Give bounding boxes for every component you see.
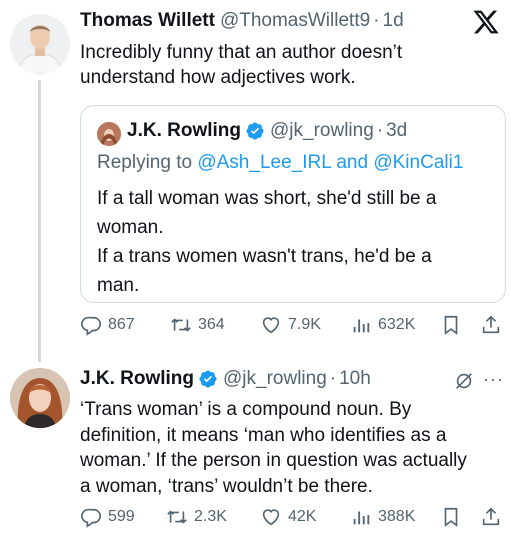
quote-author-handle: @jk_rowling xyxy=(270,120,374,141)
repost-count: 2.3K xyxy=(194,508,227,525)
views-icon xyxy=(353,511,370,525)
tweet1-text-line: Incredibly funny that an author doesn’t xyxy=(80,42,403,63)
reply-button[interactable]: 867 xyxy=(80,314,135,336)
quote-author-name: J.K. Rowling xyxy=(127,120,241,141)
quote-timestamp: 3d xyxy=(386,120,408,141)
tweet2-text-line: a woman, ‘trans’ wouldn’t be there. xyxy=(80,475,373,497)
views-button[interactable]: 632K xyxy=(350,314,415,336)
tweet1-text: Incredibly funny that an author doesn’t … xyxy=(80,40,500,90)
grok-icon[interactable] xyxy=(453,370,475,392)
bookmark-button[interactable] xyxy=(440,314,462,336)
bookmark-icon xyxy=(444,315,458,335)
like-count: 7.9K xyxy=(288,316,321,333)
like-button[interactable]: 7.9K xyxy=(260,314,321,336)
reply-icon xyxy=(81,508,101,528)
views-count: 388K xyxy=(378,508,416,525)
views-button[interactable]: 388K xyxy=(350,506,415,528)
tweet2-text-line: woman.’ If the person in question was ac… xyxy=(80,450,467,471)
share-icon xyxy=(482,507,500,526)
quote-text-line: woman. xyxy=(97,217,164,238)
replying-user-link[interactable]: @KinCali1 xyxy=(373,152,463,173)
share-icon xyxy=(482,315,500,334)
verified-badge-icon xyxy=(246,122,264,140)
quote-avatar xyxy=(97,122,121,146)
tweet2-text-line: definition, it means ‘man who identifies… xyxy=(80,424,447,446)
like-icon xyxy=(262,509,280,526)
quote-replying-to: Replying to @Ash_Lee_IRL and @KinCali1 xyxy=(97,152,463,174)
x-logo-icon[interactable] xyxy=(472,8,500,36)
tweet2-separator: · xyxy=(329,368,337,389)
tweet2-author-name[interactable]: J.K. Rowling xyxy=(80,368,194,390)
quote-header: J.K. Rowling @jk_rowling · 3d xyxy=(127,120,407,142)
share-button[interactable] xyxy=(480,506,502,528)
replying-user-link[interactable]: @Ash_Lee_IRL xyxy=(197,152,331,173)
thread-connector-line xyxy=(38,80,41,362)
tweet2-text: ‘Trans woman’ is a compound noun. By def… xyxy=(80,397,510,499)
tweet1-header: Thomas Willett @ThomasWillett9 · 1d xyxy=(80,10,404,32)
tweet2-author-handle[interactable]: @jk_rowling xyxy=(223,368,327,390)
repost-button[interactable]: 2.3K xyxy=(166,506,227,528)
repost-icon xyxy=(167,510,187,524)
share-button[interactable] xyxy=(480,314,502,336)
like-button[interactable]: 42K xyxy=(260,506,316,528)
repost-icon xyxy=(171,318,191,332)
reply-button[interactable]: 599 xyxy=(80,506,135,528)
reply-icon xyxy=(81,316,101,336)
tweet2-header: J.K. Rowling @jk_rowling · 10h xyxy=(80,368,371,390)
tweet2-timestamp[interactable]: 10h xyxy=(339,368,371,390)
replying-prefix: Replying to xyxy=(97,152,198,173)
verified-badge-icon xyxy=(199,370,217,388)
views-icon xyxy=(353,319,370,333)
bookmark-icon xyxy=(444,507,458,527)
avatar-thomas-willett[interactable] xyxy=(10,14,70,74)
quote-text-line: If a trans women wasn't trans, he'd be a xyxy=(97,246,432,267)
tweet1-action-bar: 867 364 7.9K 632K xyxy=(80,314,506,340)
tweet2-text-line: ‘Trans woman’ is a compound noun. By xyxy=(80,399,412,420)
replying-and: and xyxy=(331,152,374,173)
reply-count: 599 xyxy=(108,508,135,525)
avatar-jk-rowling[interactable] xyxy=(10,368,70,428)
like-icon xyxy=(262,317,280,334)
quote-separator: · xyxy=(376,120,384,141)
quote-text: If a tall woman was short, she'd still b… xyxy=(97,184,487,300)
tweet1-text-line: understand how adjectives work. xyxy=(80,67,356,88)
reply-count: 867 xyxy=(108,316,135,333)
repost-count: 364 xyxy=(198,316,225,333)
more-icon[interactable]: ··· xyxy=(483,370,507,390)
tweet1-separator: · xyxy=(373,10,380,31)
tweet1-timestamp[interactable]: 1d xyxy=(383,10,404,32)
repost-button[interactable]: 364 xyxy=(170,314,225,336)
quote-text-line: man. xyxy=(97,275,140,296)
quote-text-line: If a tall woman was short, she'd still b… xyxy=(97,188,437,209)
quoted-tweet-card[interactable]: J.K. Rowling @jk_rowling · 3d Replying t… xyxy=(80,105,506,303)
bookmark-button[interactable] xyxy=(440,506,462,528)
tweet1-author-handle[interactable]: @ThomasWillett9 xyxy=(220,10,370,32)
like-count: 42K xyxy=(288,508,317,525)
views-count: 632K xyxy=(378,316,416,333)
tweet2-action-bar: 599 2.3K 42K 388K xyxy=(80,506,506,532)
tweet1-author-name[interactable]: Thomas Willett xyxy=(80,10,215,32)
